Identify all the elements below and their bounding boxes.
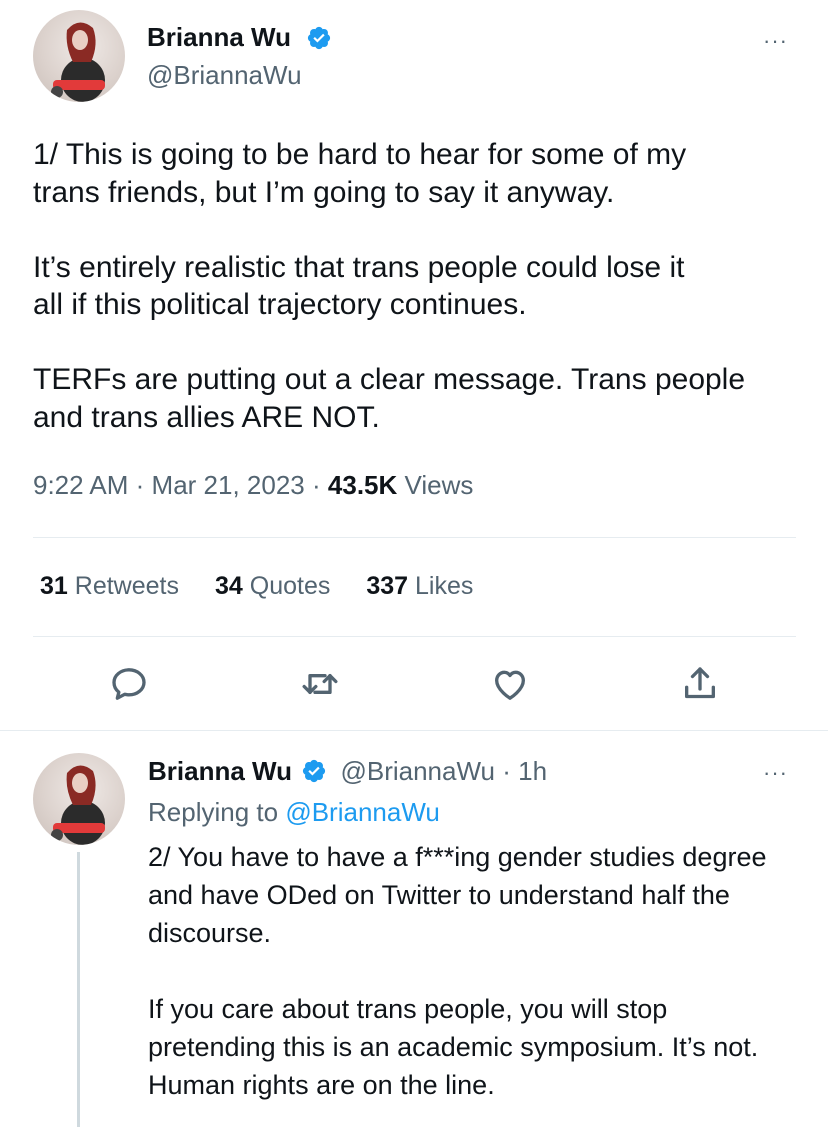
views-count[interactable]: 43.5K [328,470,397,500]
meta-separator: · [135,470,145,500]
reply-author-handle[interactable]: @BriannaWu [340,756,495,786]
reply-author-name[interactable]: Brianna Wu [148,756,292,786]
tweet-time[interactable]: 9:22 AM [33,470,128,500]
reply-paragraph: If you care about trans people, you will… [148,994,759,1100]
tweet-line: It’s entirely realistic that trans peopl… [33,250,685,284]
tweet-text: 1/ This is going to be hard to hear for … [33,136,803,436]
likes-count: 337 [366,572,409,600]
tweet-paragraph: It’s entirely realistic that trans peopl… [33,249,803,324]
avatar-photo [51,22,105,102]
reply-time[interactable]: 1h [518,756,547,786]
tweet-separator [0,730,828,731]
tweet-line: 1/ This is going to be hard to hear for … [33,138,687,171]
share-button[interactable] [680,664,720,704]
reply-header: Brianna Wu @BriannaWu · 1h [148,756,547,787]
tweet-date[interactable]: Mar 21, 2023 [152,470,305,500]
author-avatar[interactable] [33,10,125,102]
reply-more-options-icon[interactable]: ··· [763,762,788,784]
meta-separator: · [502,756,511,786]
reply-text: 2/ You have to have a f***ing gender stu… [148,838,798,1104]
retweets-count: 31 [40,572,68,600]
author-name[interactable]: Brianna Wu [147,22,291,53]
replying-to: Replying to @BriannaWu [148,797,440,828]
more-options-icon[interactable]: ··· [763,30,788,52]
retweet-button[interactable] [300,664,340,704]
tweet-line: trans friends, but I’m going to say it a… [33,175,615,209]
tweet-line: and trans allies ARE NOT. [33,400,380,434]
share-icon [685,667,715,699]
thread-line [77,852,80,1127]
tweet-line: all if this political trajectory continu… [33,288,527,321]
likes-label: Likes [415,572,474,600]
tweet-paragraph: TERFs are putting out a clear message. T… [33,361,803,436]
avatar-photo [51,765,105,845]
replying-prefix: Replying to [148,797,279,827]
replying-mention-link[interactable]: @BriannaWu [285,797,440,827]
tweet-meta: 9:22 AM · Mar 21, 2023 · 43.5K Views [33,470,473,501]
verified-badge-icon [303,759,326,783]
reply-button[interactable] [109,664,149,704]
tweet-paragraph: 1/ This is going to be hard to hear for … [33,136,803,211]
retweets-label: Retweets [74,572,179,600]
reply-icon [112,668,146,700]
meta-separator: · [312,470,321,500]
verified-badge-icon [307,26,331,50]
tweet-line: TERFs are putting out a clear message. T… [33,363,746,396]
divider [33,636,796,637]
like-icon [495,670,525,700]
engagement-stats: 31 Retweets 34 Quotes 337 Likes [40,572,509,601]
retweet-icon [302,674,338,694]
quotes-stat[interactable]: 34 Quotes [215,572,330,601]
divider [33,537,796,538]
quotes-label: Quotes [249,572,331,600]
like-button[interactable] [490,664,530,704]
quotes-count: 34 [214,572,243,600]
views-label: Views [404,470,474,500]
author-handle[interactable]: @BriannaWu [147,60,302,91]
reply-paragraph: 2/ You have to have a f***ing gender stu… [148,842,767,948]
likes-stat[interactable]: 337 Likes [366,572,473,601]
retweets-stat[interactable]: 31 Retweets [40,572,179,601]
reply-author-avatar[interactable] [33,753,125,845]
